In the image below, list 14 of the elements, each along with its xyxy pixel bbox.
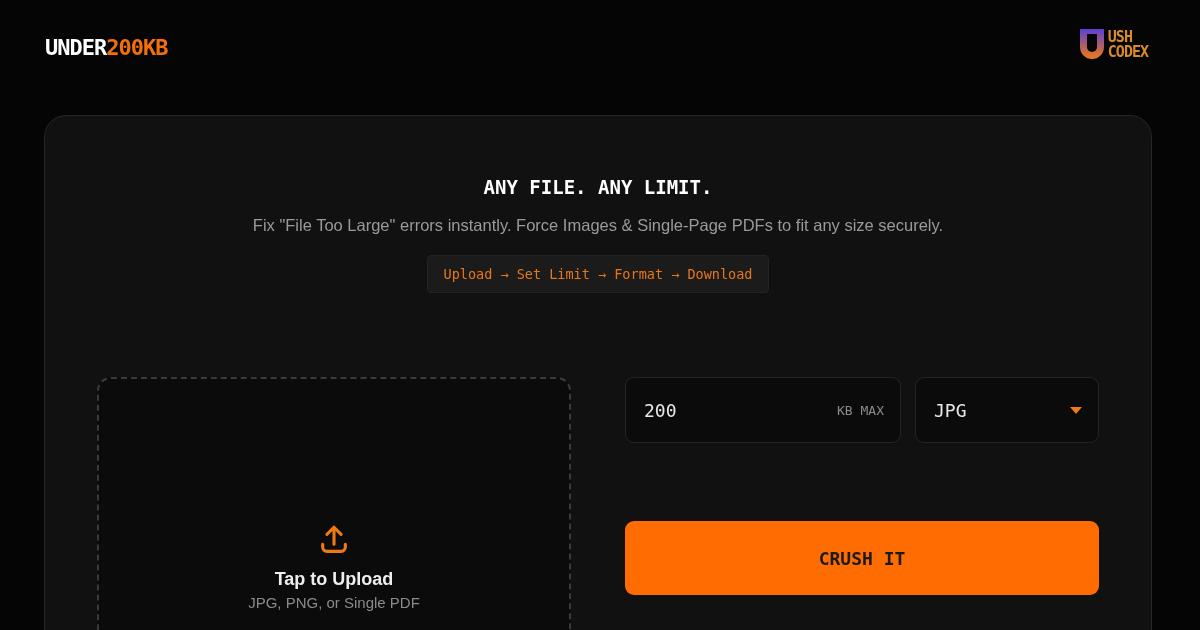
upload-hint: JPG, PNG, or Single PDF: [248, 594, 420, 611]
hero-title: ANY FILE. ANY LIMIT.: [483, 176, 713, 198]
steps-badge: Upload → Set Limit → Format → Download: [426, 255, 770, 293]
upload-title: Tap to Upload: [274, 569, 394, 590]
caret-icon: [1070, 406, 1082, 414]
crush-button[interactable]: CRUSH IT: [625, 521, 1099, 595]
upload-dropzone[interactable]: Tap to Upload JPG, PNG, or Single PDF: [97, 377, 571, 630]
shield-icon: [1078, 28, 1105, 62]
brand-logo[interactable]: UNDER200KB: [45, 35, 168, 60]
format-dropdown[interactable]: JPG: [915, 377, 1099, 443]
hero-subtitle: Fix "File Too Large" errors instantly. Force Images & Single-Page PDFs to fit any size securely.: [252, 216, 944, 235]
size-limit-field[interactable]: 200 KB MAX: [625, 377, 901, 443]
unit-label: KB MAX: [837, 402, 884, 418]
partner-logo-text: USH CODEX: [1107, 30, 1148, 60]
